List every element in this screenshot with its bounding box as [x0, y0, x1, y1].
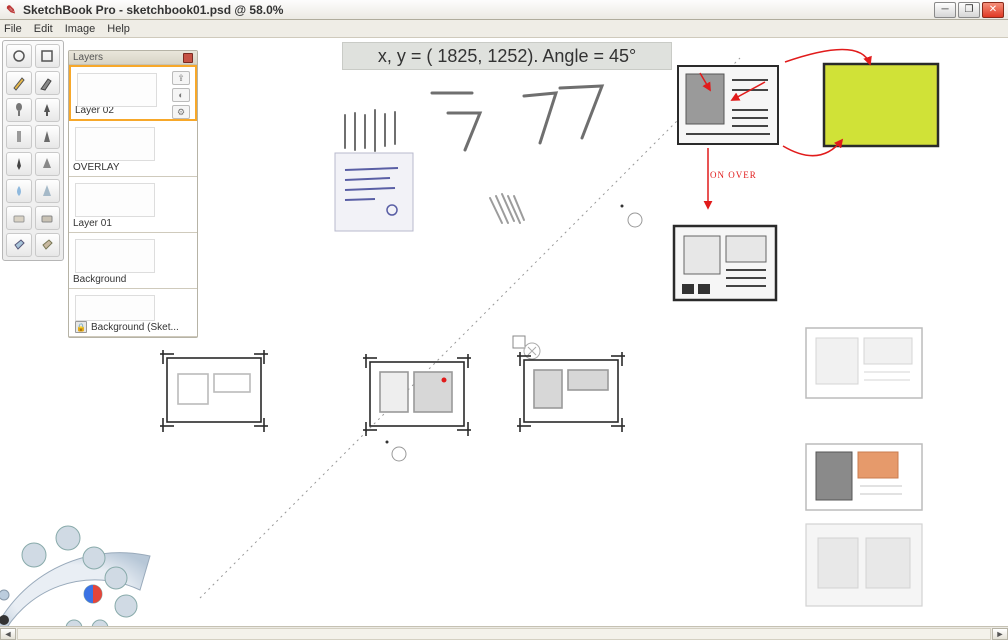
tool-drop[interactable]	[6, 179, 32, 203]
layer-name: Background (Sket...	[91, 322, 193, 333]
window-title: SketchBook Pro - sketchbook01.psd @ 58.0…	[23, 3, 934, 17]
layer-thumb	[77, 73, 157, 107]
layer-thumb	[75, 295, 155, 321]
scrollbar-track[interactable]	[17, 628, 991, 640]
menu-help[interactable]: Help	[107, 23, 130, 35]
app-icon: ✎	[4, 3, 18, 17]
layer-name: OVERLAY	[73, 162, 193, 173]
layer-opacity-icon[interactable]: ◐	[172, 88, 190, 102]
layer-item[interactable]: Background	[69, 233, 197, 289]
layer-thumb	[75, 127, 155, 161]
menu-bar: File Edit Image Help	[0, 20, 1008, 38]
layers-title: Layers	[73, 52, 103, 63]
horizontal-scrollbar[interactable]: ◄ ►	[0, 626, 1008, 640]
scroll-right-icon[interactable]: ►	[992, 628, 1008, 640]
layer-item[interactable]: Layer 01	[69, 177, 197, 233]
lagoon-tool-3-icon[interactable]	[83, 547, 105, 569]
brush-lagoon[interactable]	[0, 480, 170, 640]
layer-name: Layer 01	[73, 218, 193, 229]
tool-bucket-1[interactable]	[6, 233, 32, 257]
lagoon-tool-2-icon[interactable]	[56, 526, 80, 550]
menu-file[interactable]: File	[4, 23, 22, 35]
tool-brush-soft[interactable]	[6, 98, 32, 122]
close-button[interactable]: ✕	[982, 2, 1004, 18]
layer-settings-icon[interactable]: ⚙	[172, 105, 190, 119]
window-controls: ─ ❐ ✕	[934, 2, 1004, 18]
tool-marker-2[interactable]	[35, 125, 61, 149]
tool-pen-1[interactable]	[6, 152, 32, 176]
layers-header[interactable]: Layers	[69, 51, 197, 65]
lagoon-small-1-icon[interactable]	[0, 590, 9, 600]
scroll-left-icon[interactable]: ◄	[0, 628, 16, 640]
tool-eraser-2[interactable]	[35, 206, 61, 230]
layer-thumb	[75, 183, 155, 217]
layer-thumb	[75, 239, 155, 273]
layers-close-icon[interactable]	[183, 53, 193, 63]
layer-name: Background	[73, 274, 193, 285]
tool-airbrush[interactable]	[35, 71, 61, 95]
coordinate-overlay: x, y = ( 1825, 1252). Angle = 45°	[342, 42, 672, 70]
menu-edit[interactable]: Edit	[34, 23, 53, 35]
tool-cone[interactable]	[35, 179, 61, 203]
toolbox-panel	[2, 40, 64, 261]
layers-panel: Layers ⇪ ◐ ⚙ Layer 02 OVERLAY Layer 01 B…	[68, 50, 198, 338]
tool-brush-hard[interactable]	[35, 98, 61, 122]
tool-crop[interactable]	[35, 44, 61, 68]
layer-item[interactable]: OVERLAY	[69, 121, 197, 177]
menu-image[interactable]: Image	[65, 23, 96, 35]
tool-bucket-2[interactable]	[35, 233, 61, 257]
tool-eraser-1[interactable]	[6, 206, 32, 230]
annotation-onover: ON OVER	[710, 170, 757, 180]
tool-pencil[interactable]	[6, 71, 32, 95]
lagoon-tool-1-icon[interactable]	[22, 543, 46, 567]
tool-select[interactable]	[6, 44, 32, 68]
layer-item[interactable]: 🔒 Background (Sket...	[69, 289, 197, 337]
coordinate-text: x, y = ( 1825, 1252). Angle = 45°	[378, 46, 636, 67]
window-titlebar: ✎ SketchBook Pro - sketchbook01.psd @ 58…	[0, 0, 1008, 20]
tool-marker-1[interactable]	[6, 125, 32, 149]
tool-pen-2[interactable]	[35, 152, 61, 176]
lagoon-tool-6-icon[interactable]	[115, 595, 137, 617]
minimize-button[interactable]: ─	[934, 2, 956, 18]
lagoon-tool-5-icon[interactable]	[105, 567, 127, 589]
layer-item[interactable]: ⇪ ◐ ⚙ Layer 02	[69, 65, 197, 121]
lock-icon: 🔒	[75, 321, 87, 333]
layer-visibility-icon[interactable]: ⇪	[172, 71, 190, 85]
maximize-button[interactable]: ❐	[958, 2, 980, 18]
